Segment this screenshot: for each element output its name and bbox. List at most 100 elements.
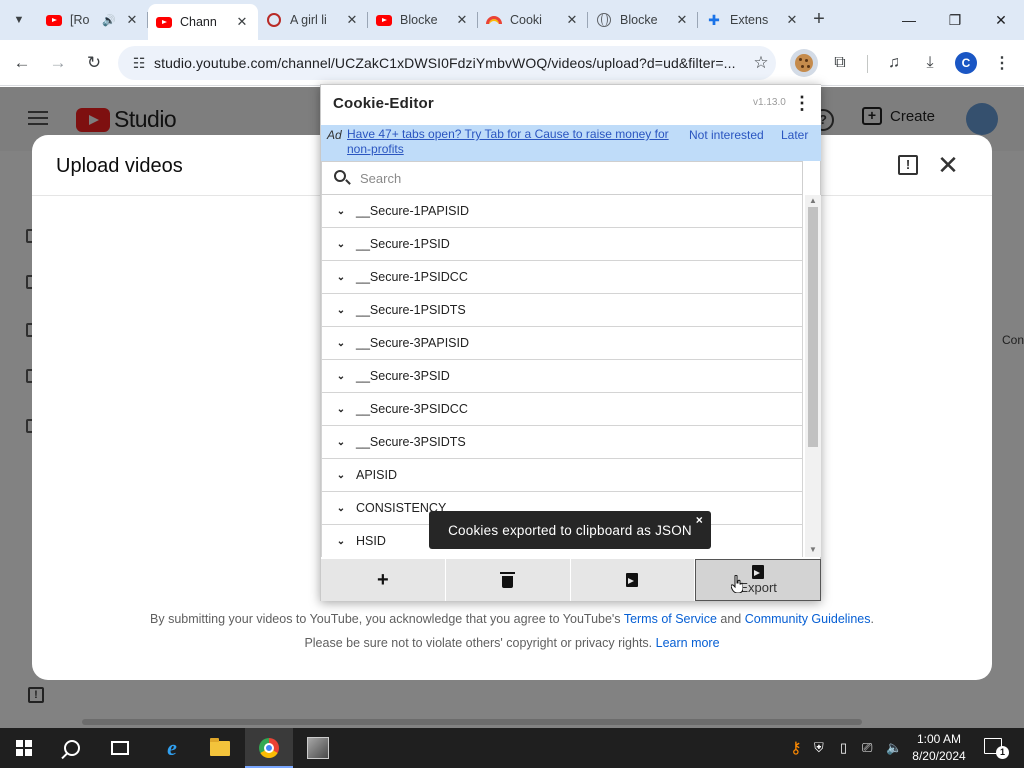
cookie-name: __Secure-3PSID [356, 369, 450, 383]
cookie-editor-extension-icon[interactable] [790, 49, 818, 77]
tab-close-icon[interactable]: ✕ [344, 12, 360, 28]
download-icon[interactable]: ⤓ [916, 49, 944, 77]
toast-message: Cookies exported to clipboard as JSON [448, 522, 692, 538]
learn-more-link[interactable]: Learn more [656, 636, 720, 650]
volume-muted-icon[interactable]: 🔈 [886, 728, 902, 768]
cookie-list-scrollbar[interactable]: ▲ ▼ [805, 195, 821, 557]
profile-avatar[interactable]: C [952, 49, 980, 77]
minimize-icon[interactable]: — [886, 0, 932, 40]
tab-close-icon[interactable]: ✕ [674, 12, 690, 28]
tab-close-icon[interactable]: ✕ [564, 12, 580, 28]
quora-icon [266, 12, 282, 28]
bookmark-star-icon[interactable]: ☆ [746, 53, 776, 73]
export-button[interactable]: Export [695, 559, 821, 601]
extensions-puzzle-icon[interactable]: ⧉ [826, 49, 854, 77]
tab-close-icon[interactable]: ✕ [454, 12, 470, 28]
chevron-down-icon[interactable]: ⌄ [334, 305, 348, 316]
cookie-editor-header: Cookie-Editor v1.13.0 ⋮ [321, 85, 821, 125]
tab-close-icon[interactable]: ✕ [784, 12, 800, 28]
chevron-down-icon[interactable]: ⌄ [334, 470, 348, 481]
cookie-row[interactable]: ⌄ __Secure-1PAPISID [321, 195, 803, 228]
cookie-action-bar: + Export [321, 559, 821, 601]
tab-title: A girl li [290, 13, 327, 27]
chrome-taskbar-icon[interactable] [245, 728, 293, 768]
tab-search-chevron-icon[interactable]: ▼ [8, 9, 30, 31]
chrome-menu-icon[interactable]: ⋮ [988, 49, 1016, 77]
horizontal-scrollbar[interactable] [82, 719, 862, 725]
cookie-row[interactable]: ⌄ __Secure-1PSIDCC [321, 261, 803, 294]
tab-extensions[interactable]: ✚ Extens ✕ [698, 0, 808, 40]
ad-later-button[interactable]: Later [781, 128, 808, 142]
chevron-down-icon[interactable]: ⌄ [334, 404, 348, 415]
ad-link[interactable]: Have 47+ tabs open? Try Tab for a Cause … [347, 127, 687, 157]
tab-quora[interactable]: A girl li ✕ [258, 0, 368, 40]
terms-of-service-link[interactable]: Terms of Service [624, 612, 717, 626]
start-button[interactable] [0, 728, 48, 768]
shield-tray-icon[interactable]: ⛨ [814, 728, 824, 768]
taskbar-search-icon[interactable] [48, 728, 96, 768]
reload-icon[interactable]: ↻ [82, 51, 106, 75]
tab-close-icon[interactable]: ✕ [234, 14, 250, 30]
window-close-icon[interactable]: ✕ [978, 0, 1024, 40]
cookie-row[interactable]: ⌄ __Secure-3PSID [321, 360, 803, 393]
url-text[interactable]: studio.youtube.com/channel/UCZakC1xDWSI0… [154, 55, 746, 71]
tab-cookie[interactable]: Cooki ✕ [478, 0, 588, 40]
import-button[interactable] [571, 559, 696, 601]
tab-channel-content[interactable]: Chann ✕ [148, 4, 258, 40]
forward-icon[interactable]: → [46, 51, 70, 75]
taskbar-clock[interactable]: 1:00 AM 8/20/2024 [906, 731, 972, 765]
ad-label: Ad [327, 128, 342, 142]
popup-menu-icon[interactable]: ⋮ [793, 93, 811, 115]
network-tray-icon[interactable]: ⎚ [862, 728, 872, 768]
delete-all-button[interactable] [446, 559, 571, 601]
tab-blocked-youtube[interactable]: Blocke ✕ [368, 0, 478, 40]
ad-not-interested-button[interactable]: Not interested [689, 128, 764, 142]
key-tray-icon[interactable]: ⚷ [790, 728, 802, 768]
create-button[interactable]: + Create [862, 107, 935, 125]
chevron-down-icon[interactable]: ⌄ [334, 338, 348, 349]
chevron-down-icon[interactable]: ⌄ [334, 206, 348, 217]
sidebar-feedback-icon[interactable]: ! [28, 687, 44, 703]
scroll-up-icon[interactable]: ▲ [809, 196, 817, 205]
hamburger-menu-icon[interactable] [28, 111, 48, 125]
chevron-down-icon[interactable]: ⌄ [334, 536, 348, 547]
app-taskbar-icon[interactable] [294, 728, 342, 768]
cookie-row[interactable]: ⌄ __Secure-3PAPISID [321, 327, 803, 360]
chevron-down-icon[interactable]: ⌄ [334, 371, 348, 382]
toast-close-icon[interactable]: × [696, 513, 703, 527]
scrollbar-thumb[interactable] [808, 207, 818, 447]
tab-close-icon[interactable]: ✕ [124, 12, 140, 28]
address-bar[interactable]: ☷ studio.youtube.com/channel/UCZakC1xDWS… [118, 46, 776, 80]
task-view-icon[interactable] [96, 728, 144, 768]
globe-icon [596, 12, 612, 28]
community-guidelines-link[interactable]: Community Guidelines [745, 612, 871, 626]
cookie-search-input[interactable] [360, 168, 780, 188]
chevron-down-icon[interactable]: ⌄ [334, 272, 348, 283]
new-tab-button[interactable]: + [808, 9, 830, 31]
chevron-down-icon[interactable]: ⌄ [334, 239, 348, 250]
tab-blocked-globe[interactable]: Blocke ✕ [588, 0, 698, 40]
cookie-row[interactable]: ⌄ __Secure-1PSID [321, 228, 803, 261]
restore-icon[interactable]: ❐ [932, 0, 978, 40]
dialog-close-icon[interactable]: ✕ [936, 151, 960, 179]
chevron-down-icon[interactable]: ⌄ [334, 437, 348, 448]
cookie-row[interactable]: ⌄ __Secure-3PSIDTS [321, 426, 803, 459]
file-explorer-icon[interactable] [196, 728, 244, 768]
report-feedback-icon[interactable]: ! [898, 155, 918, 175]
chevron-down-icon[interactable]: ⌄ [334, 503, 348, 514]
cookie-row[interactable]: ⌄ __Secure-1PSIDTS [321, 294, 803, 327]
tab-youtube-audio[interactable]: [Ro 🔊 ✕ [38, 0, 148, 40]
cookie-row[interactable]: ⌄ __Secure-3PSIDCC [321, 393, 803, 426]
add-cookie-button[interactable]: + [321, 559, 446, 601]
speaker-icon[interactable]: 🔊 [102, 14, 116, 27]
battery-tray-icon[interactable]: ▯ [840, 728, 847, 768]
internet-explorer-icon[interactable]: e [148, 728, 196, 768]
site-info-icon[interactable]: ☷ [124, 55, 154, 72]
channel-avatar[interactable] [966, 103, 998, 135]
scroll-down-icon[interactable]: ▼ [809, 545, 817, 554]
studio-logo[interactable]: Studio [76, 106, 177, 133]
rainbow-icon [486, 12, 502, 28]
media-control-icon[interactable]: ♫ [880, 49, 908, 77]
back-icon[interactable]: ← [10, 51, 34, 75]
cookie-row[interactable]: ⌄ APISID [321, 459, 803, 492]
